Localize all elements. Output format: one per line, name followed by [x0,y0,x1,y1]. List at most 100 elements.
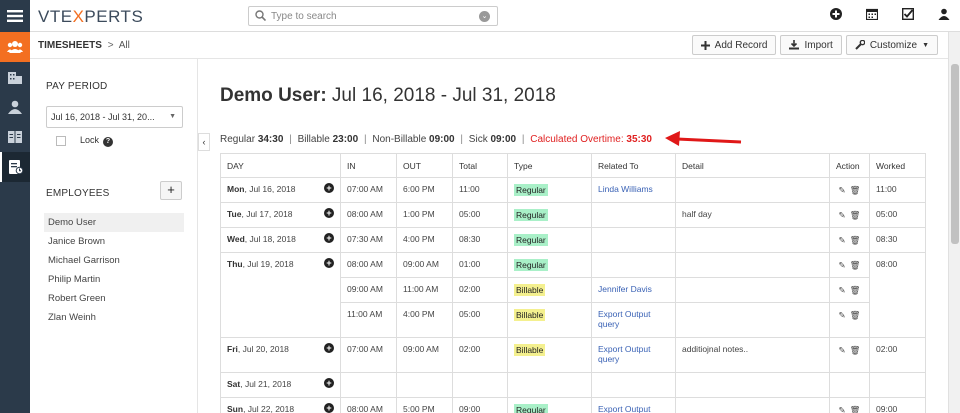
breadcrumb: TIMESHEETS > All [38,40,130,51]
col-in[interactable]: IN [340,153,397,178]
app-logo[interactable]: VTEXPERTS [38,7,143,27]
menu-icon[interactable] [0,0,30,32]
trash-icon[interactable]: 🗑 [850,310,861,321]
trash-icon[interactable]: 🗑 [850,235,861,246]
add-entry-icon[interactable]: + [324,208,334,218]
trash-icon[interactable]: 🗑 [850,210,861,221]
col-out[interactable]: OUT [396,153,453,178]
table-row: Sat, Jul 21, 2018 + [220,372,926,398]
pencil-icon[interactable]: ✎ [839,210,846,221]
add-record-button[interactable]: Add Record [691,35,777,55]
in-cell: 07:30 AM [340,227,397,253]
building-icon[interactable] [0,62,30,92]
col-day[interactable]: DAY [220,153,341,178]
detail-cell [675,252,830,278]
day-cell: Tue, Jul 17, 2018 + [220,202,341,228]
col-total[interactable]: Total [452,153,508,178]
action-cell [829,372,870,398]
worked-cell [869,372,926,398]
timesheet-icon[interactable] [0,152,30,182]
plus-circle-icon[interactable] [830,8,844,22]
trash-icon[interactable]: 🗑 [850,285,861,296]
clear-icon[interactable]: ⌄ [479,11,490,22]
checkbox-icon[interactable] [901,7,916,22]
pencil-icon[interactable]: ✎ [839,260,846,271]
hours-summary: Regular 34:30 | Billable 23:00 | Non-Bil… [220,134,652,145]
total-cell: 11:00 [452,177,508,203]
add-record-label: Add Record [714,39,768,51]
related-link[interactable]: Linda Williams [598,184,653,194]
pencil-icon[interactable]: ✎ [839,345,846,356]
person-icon[interactable] [938,8,952,22]
users-icon[interactable] [0,32,30,62]
trash-icon[interactable]: 🗑 [850,345,861,356]
employee-item[interactable]: Zlan Weinh [44,308,184,327]
calendar-icon[interactable] [865,8,880,22]
worked-cell: 05:00 [869,202,926,228]
col-type[interactable]: Type [507,153,592,178]
page-title: Demo User: Jul 16, 2018 - Jul 31, 2018 [220,85,556,107]
type-cell: Regular [507,227,592,253]
pencil-icon[interactable]: ✎ [839,235,846,246]
worked-cell: 08:00 [869,252,926,338]
add-entry-icon[interactable]: + [324,403,334,413]
search-input[interactable] [271,9,471,23]
related-link[interactable]: Export Output [598,404,650,413]
related-link[interactable]: Export Output query [598,344,650,364]
add-entry-icon[interactable]: + [324,258,334,268]
pencil-icon[interactable]: ✎ [839,285,846,296]
import-button[interactable]: Import [780,35,842,55]
add-entry-icon[interactable]: + [324,183,334,193]
related-line: query [598,354,620,364]
chevron-down-icon: ▼ [922,41,929,49]
pencil-icon[interactable]: ✎ [839,405,846,413]
book-icon[interactable] [0,122,30,152]
action-cell: ✎ 🗑 [829,277,870,303]
day-date: , Jul 21, 2018 [240,379,292,389]
type-badge: Regular [514,209,548,221]
day-name: Tue [227,209,242,219]
billable-label: Billable [297,134,330,145]
related-link[interactable]: Export Output query [598,309,650,329]
pay-period-select[interactable]: Jul 16, 2018 - Jul 31, 20... ▼ [46,106,183,128]
worked-cell: 02:00 [869,337,926,373]
employee-item[interactable]: Philip Martin [44,270,184,289]
add-employee-button[interactable]: + [160,181,182,200]
day-date: , Jul 19, 2018 [242,259,294,269]
related-cell: Linda Williams [591,177,676,203]
lock-checkbox[interactable] [56,136,66,146]
employee-item[interactable]: Michael Garrison [44,251,184,270]
day-date: , Jul 22, 2018 [243,404,295,413]
breadcrumb-current: All [118,40,130,51]
breadcrumb-separator: > [107,40,114,51]
user-icon[interactable] [0,92,30,122]
related-link[interactable]: Jennifer Davis [598,284,652,294]
employee-item[interactable]: Robert Green [44,289,184,308]
col-detail[interactable]: Detail [675,153,830,178]
employee-item[interactable]: Janice Brown [44,232,184,251]
breadcrumb-module[interactable]: TIMESHEETS [38,40,102,51]
add-entry-icon[interactable]: + [324,378,334,388]
collapse-panel-button[interactable]: ‹ [198,133,210,151]
employee-item[interactable]: Demo User [44,213,184,232]
help-icon[interactable]: ? [103,137,114,147]
pencil-icon[interactable]: ✎ [839,310,846,321]
customize-button[interactable]: Customize ▼ [845,35,938,55]
total-cell: 08:30 [452,227,508,253]
add-entry-icon[interactable]: + [324,343,334,353]
add-entry-icon[interactable]: + [324,233,334,243]
table-row: Fri, Jul 20, 2018 + 07:00 AM 09:00 AM 02:… [220,337,926,373]
col-worked[interactable]: Worked [869,153,926,178]
trash-icon[interactable]: 🗑 [850,405,861,413]
out-cell: 6:00 PM [396,177,453,203]
scrollbar-thumb[interactable] [951,64,959,244]
col-related[interactable]: Related To [591,153,676,178]
top-bar: VTEXPERTS ⌄ [30,0,960,32]
trash-icon[interactable]: 🗑 [850,185,861,196]
day-cell: Wed, Jul 18, 2018 + [220,227,341,253]
pencil-icon[interactable]: ✎ [839,185,846,196]
trash-icon[interactable]: 🗑 [850,260,861,271]
related-cell: Export Output [591,397,676,413]
day-name: Sat [227,379,241,389]
page-scrollbar[interactable] [948,32,960,413]
